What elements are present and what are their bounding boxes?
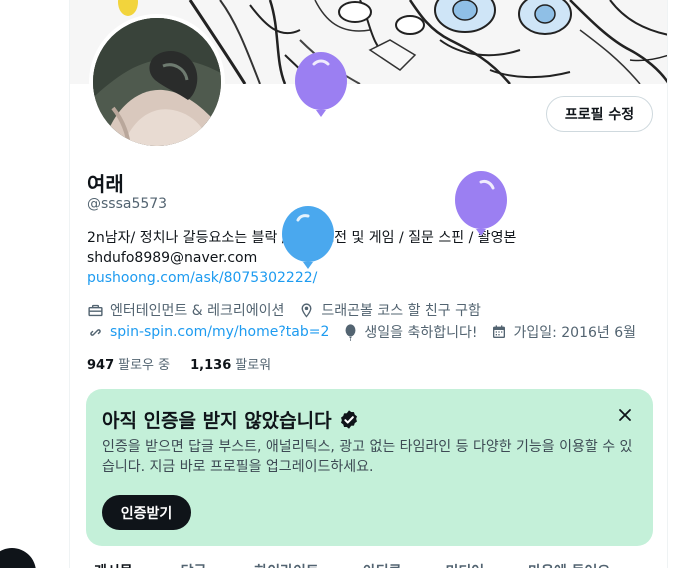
tab-articles[interactable]: 아티클 — [363, 556, 402, 568]
location-icon — [301, 302, 312, 318]
category-label: 엔터테인먼트 & 레크리에이션 — [110, 303, 285, 319]
followers-label: 팔로워 — [235, 358, 272, 373]
website-link[interactable]: spin-spin.com/my/home?tab=2 — [110, 324, 329, 340]
edit-profile-button[interactable]: 프로필 수정 — [546, 96, 653, 132]
followers-count: 1,136 — [190, 358, 232, 373]
category-item: 엔터테인먼트 & 레크리에이션 — [87, 300, 284, 320]
get-verified-button[interactable]: 인증받기 — [102, 495, 191, 530]
joined-item: 가입일: 2016년 6월 — [491, 322, 636, 342]
floating-action-button[interactable] — [0, 548, 36, 568]
tab-media[interactable]: 미디어 — [445, 556, 484, 568]
location-item: 드래곤볼 코스 할 친구 구함 — [298, 300, 481, 320]
bio-link[interactable]: pushoong.com/ask/8075302222/ — [87, 268, 657, 288]
profile-meta-row: spin-spin.com/my/home?tab=2 생일을 축하합니다! 가… — [87, 322, 650, 342]
briefcase-icon — [88, 304, 103, 316]
tab-likes[interactable]: 마음에 들어요 — [528, 556, 610, 568]
followers-link[interactable]: 1,136 팔로워 — [190, 354, 271, 373]
bio: 2n남자/ 정치나 갈등요소는 블락 / 본진 고전 및 게임 / 질문 스핀 … — [87, 228, 657, 288]
avatar[interactable] — [89, 14, 225, 150]
following-label: 팔로우 중 — [118, 358, 171, 373]
verification-title: 아직 인증을 받지 않았습니다 — [102, 406, 360, 433]
tab-posts[interactable]: 게시물 — [94, 556, 133, 568]
birthday-item: 생일을 축하합니다! — [343, 322, 477, 342]
verification-description: 인증을 받으면 답글 부스트, 애널리틱스, 광고 없는 타임라인 등 다양한 … — [102, 439, 633, 475]
calendar-icon — [493, 325, 506, 338]
verification-title-text: 아직 인증을 받지 않았습니다 — [102, 410, 332, 432]
profile-tabs: 게시물 답글 하이라이트 아티클 미디어 마음에 들어요 — [70, 556, 667, 568]
tab-replies[interactable]: 답글 — [181, 556, 207, 568]
following-link[interactable]: 947 팔로우 중 — [87, 354, 170, 373]
verified-badge-icon — [340, 409, 357, 429]
bio-email: shdufo8989@naver.com — [87, 250, 258, 266]
display-name: 여래 — [87, 172, 124, 196]
handle: @sssa5573 — [87, 196, 168, 212]
verification-card: 아직 인증을 받지 않았습니다 인증을 받으면 답글 부스트, 애널리틱스, 광… — [86, 389, 653, 546]
tab-highlights[interactable]: 하이라이트 — [254, 556, 318, 568]
website-item[interactable]: spin-spin.com/my/home?tab=2 — [87, 324, 329, 341]
profile-meta-row: 엔터테인먼트 & 레크리에이션 드래곤볼 코스 할 친구 구함 — [87, 300, 495, 320]
balloon-icon — [345, 323, 356, 341]
bio-line: 2n남자/ 정치나 갈등요소는 블락 / 본진 고전 및 게임 / 질문 스핀 … — [87, 230, 517, 246]
joined-label: 가입일: 2016년 6월 — [513, 325, 637, 341]
following-count: 947 — [87, 358, 115, 373]
birthday-label: 생일을 축하합니다! — [364, 325, 478, 341]
follow-stats: 947 팔로우 중 1,136 팔로워 — [87, 354, 291, 373]
link-icon — [90, 328, 101, 336]
location-label: 드래곤볼 코스 할 친구 구함 — [321, 303, 481, 319]
close-icon[interactable] — [615, 405, 635, 425]
profile-column: 프로필 수정 여래 @sssa5573 2n남자/ 정치나 갈등요소는 블락 /… — [69, 0, 668, 568]
